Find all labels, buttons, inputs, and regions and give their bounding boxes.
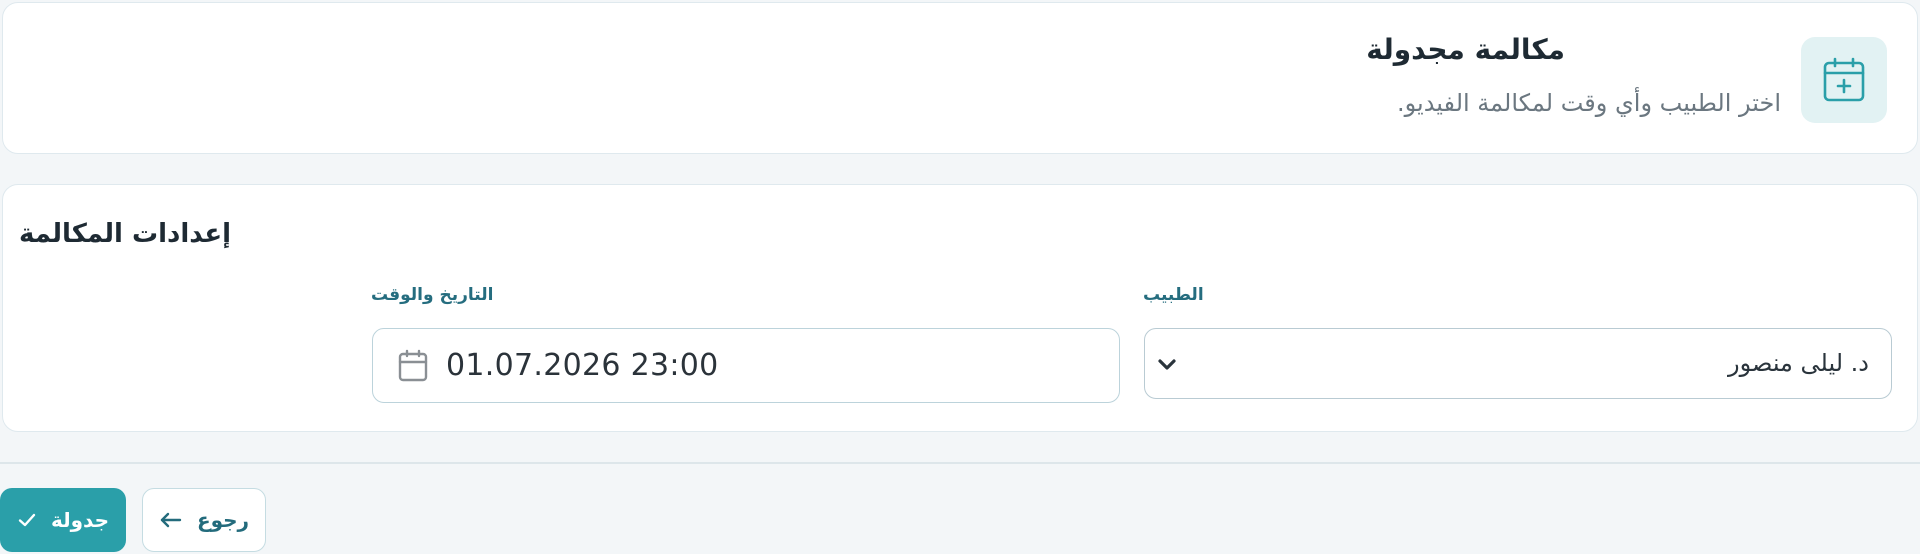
page-subtitle: اختر الطبيب وأي وقت لمكالمة الفيديو. (1397, 89, 1781, 117)
section-title: إعدادات المكالمة (19, 219, 231, 249)
calendar-icon[interactable] (397, 349, 429, 383)
datetime-input[interactable]: 01.07.2026 23:00 (372, 328, 1120, 403)
divider (0, 462, 1920, 464)
chevron-down-icon (1158, 359, 1176, 370)
schedule-button[interactable]: جدولة (0, 488, 126, 552)
page: مكالمة مجدولة اختر الطبيب وأي وقت لمكالم… (0, 0, 1920, 554)
back-button[interactable]: رجوع (142, 488, 266, 552)
doctor-label: الطبيب (1143, 285, 1204, 305)
datetime-value: 01.07.2026 23:00 (446, 348, 719, 383)
schedule-button-label: جدولة (50, 508, 110, 532)
call-settings-card: إعدادات المكالمة الطبيب د. ليلى منصور ال… (2, 184, 1918, 432)
arrow-left-icon (160, 512, 182, 528)
doctor-select-value: د. ليلى منصور (1728, 349, 1869, 377)
datetime-label: التاريخ والوقت (371, 285, 494, 305)
back-button-label: رجوع (196, 508, 250, 532)
page-title: مكالمة مجدولة (1366, 33, 1565, 66)
calendar-plus-icon (1801, 37, 1887, 123)
check-icon (18, 513, 36, 527)
header-card: مكالمة مجدولة اختر الطبيب وأي وقت لمكالم… (2, 2, 1918, 154)
doctor-select[interactable]: د. ليلى منصور (1144, 328, 1892, 399)
